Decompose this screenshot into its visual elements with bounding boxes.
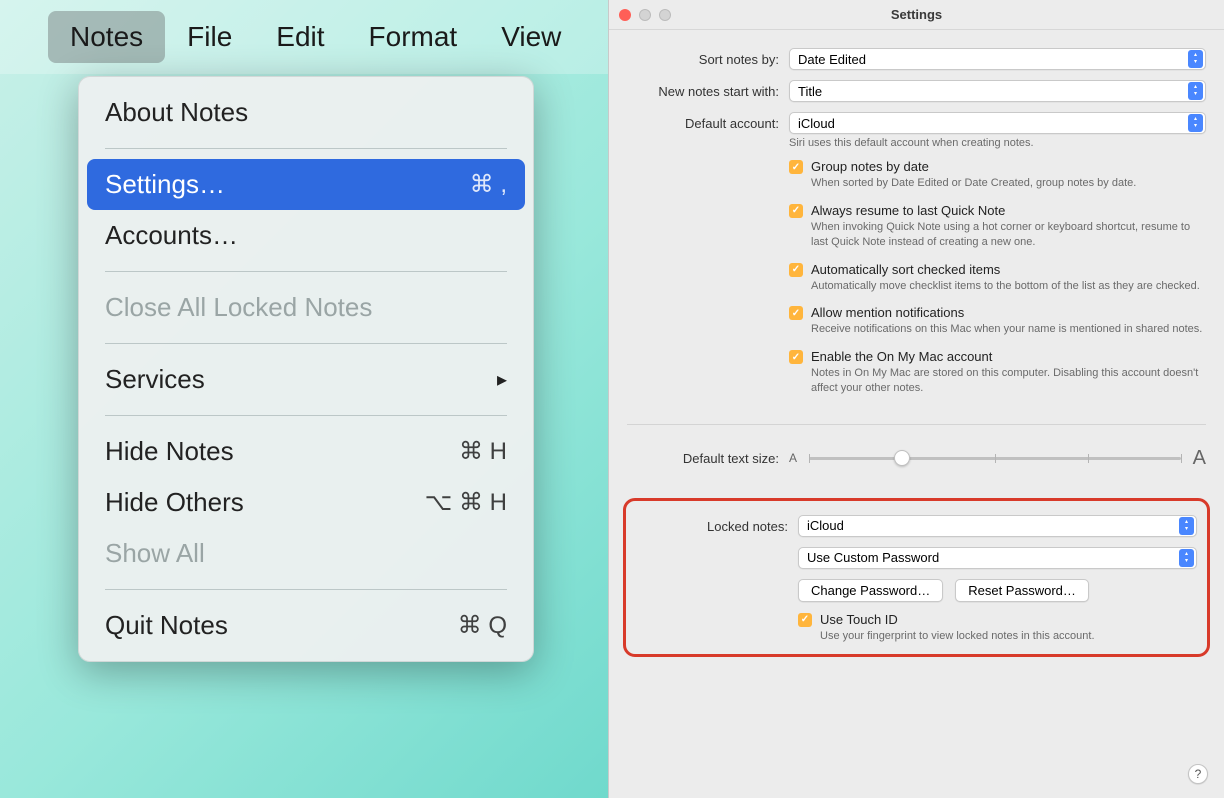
stepper-icon: ▴▾ [1188,50,1203,68]
text-size-small-icon: A [789,451,797,465]
menu-notes[interactable]: Notes [48,11,165,63]
group-by-date-desc: When sorted by Date Edited or Date Creat… [811,176,1206,191]
new-notes-label: New notes start with: [627,80,779,99]
divider [105,271,507,272]
change-password-button[interactable]: Change Password… [798,579,943,602]
menu-settings[interactable]: Settings… ⌘ , [87,159,525,210]
minimize-window-button [639,9,651,21]
reset-password-button[interactable]: Reset Password… [955,579,1089,602]
divider [627,424,1206,425]
menu-edit[interactable]: Edit [254,11,346,63]
sort-select[interactable]: Date Edited ▴▾ [789,48,1206,70]
menu-close-locked: Close All Locked Notes [87,282,525,333]
default-account-label: Default account: [627,112,779,131]
menu-services[interactable]: Services ▸ [87,354,525,405]
autosort-desc: Automatically move checklist items to th… [811,279,1206,294]
resume-quick-note-title: Always resume to last Quick Note [811,203,1206,218]
notes-app-menu-dropdown: About Notes Settings… ⌘ , Accounts… Clos… [78,76,534,662]
text-size-slider[interactable] [809,457,1181,460]
menu-show-all: Show All [87,528,525,579]
touch-id-checkbox[interactable]: ✓ [798,613,812,627]
resume-quick-note-desc: When invoking Quick Note using a hot cor… [811,220,1206,250]
mention-notifications-desc: Receive notifications on this Mac when y… [811,322,1206,337]
group-by-date-title: Group notes by date [811,159,1206,174]
menu-view[interactable]: View [479,11,583,63]
divider [105,343,507,344]
menu-hide-others[interactable]: Hide Others ⌥ ⌘ H [87,477,525,528]
menu-format[interactable]: Format [347,11,480,63]
on-my-mac-title: Enable the On My Mac account [811,349,1206,364]
text-size-large-icon: A [1193,447,1206,470]
mention-notifications-title: Allow mention notifications [811,305,1206,320]
menubar: Notes File Edit Format View [0,0,608,74]
text-size-label: Default text size: [627,451,779,466]
divider [105,589,507,590]
default-account-select[interactable]: iCloud ▴▾ [789,112,1206,134]
on-my-mac-checkbox[interactable]: ✓ [789,350,803,364]
titlebar: Settings [609,0,1224,30]
shortcut-label: ⌥ ⌘ H [425,488,507,517]
chevron-right-icon: ▸ [497,367,507,392]
menu-file[interactable]: File [165,11,254,63]
slider-knob[interactable] [894,450,910,466]
new-notes-select[interactable]: Title ▴▾ [789,80,1206,102]
close-window-button[interactable] [619,9,631,21]
zoom-window-button [659,9,671,21]
window-controls [619,9,671,21]
menu-quit-notes[interactable]: Quit Notes ⌘ Q [87,600,525,651]
shortcut-label: ⌘ H [459,437,507,466]
default-account-helper: Siri uses this default account when crea… [789,137,1206,149]
touch-id-desc: Use your fingerprint to view locked note… [820,629,1197,644]
shortcut-label: ⌘ , [470,170,507,199]
stepper-icon: ▴▾ [1179,517,1194,535]
password-mode-select[interactable]: Use Custom Password ▴▾ [798,547,1197,569]
menu-about-notes[interactable]: About Notes [87,87,525,138]
shortcut-label: ⌘ Q [458,611,507,640]
stepper-icon: ▴▾ [1179,549,1194,567]
menu-hide-notes[interactable]: Hide Notes ⌘ H [87,426,525,477]
locked-notes-section-highlight: Locked notes: iCloud ▴▾ Use Custom Passw… [623,498,1210,657]
window-title: Settings [891,7,942,22]
divider [105,148,507,149]
touch-id-title: Use Touch ID [820,612,1197,627]
mention-notifications-checkbox[interactable]: ✓ [789,306,803,320]
sort-label: Sort notes by: [627,48,779,67]
stepper-icon: ▴▾ [1188,82,1203,100]
help-button[interactable]: ? [1188,764,1208,784]
divider [105,415,507,416]
on-my-mac-desc: Notes in On My Mac are stored on this co… [811,366,1206,396]
locked-notes-account-select[interactable]: iCloud ▴▾ [798,515,1197,537]
settings-window: Settings Sort notes by: Date Edited ▴▾ N… [608,0,1224,798]
stepper-icon: ▴▾ [1188,114,1203,132]
autosort-checkbox[interactable]: ✓ [789,263,803,277]
autosort-title: Automatically sort checked items [811,262,1206,277]
locked-notes-label: Locked notes: [636,515,788,534]
resume-quick-note-checkbox[interactable]: ✓ [789,204,803,218]
group-by-date-checkbox[interactable]: ✓ [789,160,803,174]
menu-accounts[interactable]: Accounts… [87,210,525,261]
